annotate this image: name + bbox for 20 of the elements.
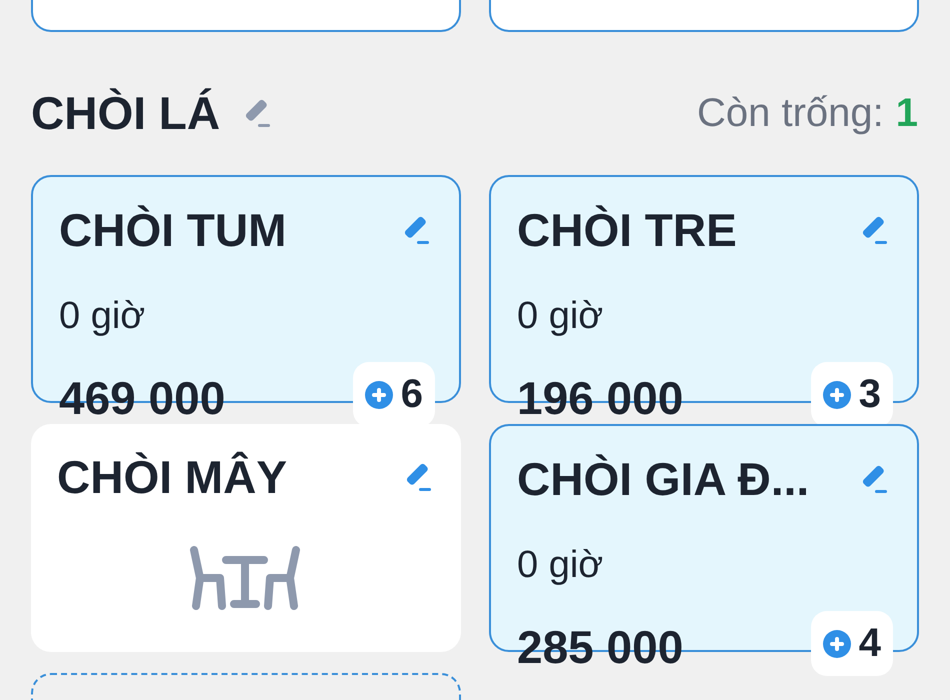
table-card[interactable]	[489, 0, 919, 32]
item-count-badge[interactable]: 4	[810, 611, 893, 676]
item-count-badge[interactable]: 3	[810, 362, 893, 427]
availability-label: Còn trống:	[696, 90, 884, 136]
section-title: CHÒI LÁ	[31, 86, 220, 140]
table-name: CHÒI TUM	[59, 203, 286, 257]
table-name: CHÒI MÂY	[57, 450, 287, 504]
plus-icon[interactable]	[822, 380, 851, 408]
table-chairs-icon	[188, 546, 302, 610]
table-name: CHÒI TRE	[517, 203, 737, 257]
table-card[interactable]: CHÒI MÂY	[31, 424, 461, 652]
table-name: CHÒI GIA Đ...	[517, 452, 810, 506]
table-duration: 0 giờ	[59, 295, 146, 338]
table-duration: 0 giờ	[517, 544, 604, 587]
plus-icon[interactable]	[364, 380, 393, 408]
availability-count: 1	[896, 90, 918, 136]
item-count-badge[interactable]: 6	[352, 362, 435, 427]
table-duration: 0 giờ	[517, 295, 604, 338]
table-card[interactable]	[31, 0, 461, 32]
plus-icon[interactable]	[822, 630, 851, 658]
